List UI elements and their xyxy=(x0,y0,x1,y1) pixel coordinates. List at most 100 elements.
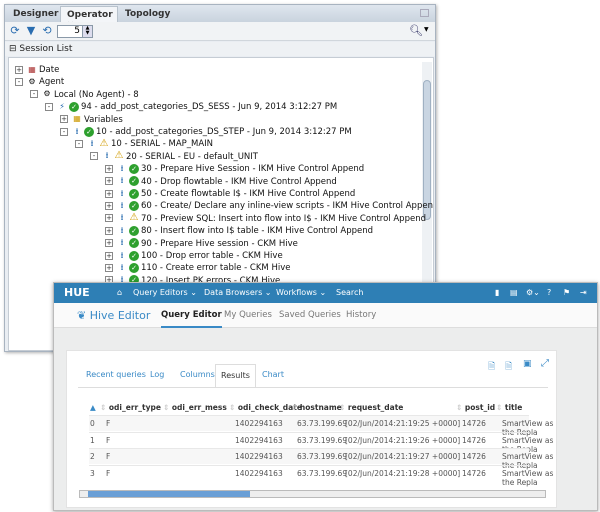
expand-icon[interactable]: + xyxy=(60,115,68,124)
sort-icon[interactable]: ⇕ xyxy=(496,403,505,412)
step-icon: ⁞ xyxy=(120,176,124,186)
save-icon[interactable]: ▣ xyxy=(523,359,532,369)
tab-operator[interactable]: Operator × xyxy=(60,6,118,30)
tree-node[interactable]: + ⁞ ✓ 100 - Drop error table - CKM Hive xyxy=(105,250,283,262)
expand-icon[interactable]: + xyxy=(15,65,23,74)
success-icon: ✓ xyxy=(84,126,94,137)
expand-icon[interactable]: + xyxy=(105,251,113,260)
expand-icon[interactable]: ⤢ xyxy=(541,358,549,369)
scrollbar-thumb[interactable] xyxy=(423,80,431,220)
column-header[interactable]: ⇕ request_date xyxy=(339,403,403,412)
expand-icon[interactable]: + xyxy=(105,189,113,198)
help-icon[interactable]: ? xyxy=(547,283,551,303)
home-icon[interactable]: ⌂ xyxy=(117,283,122,303)
step-icon: ⁞ xyxy=(120,163,124,173)
chevron-down-icon[interactable]: ▼ xyxy=(424,26,429,33)
tree-node[interactable]: + ⁞ ⚠ 70 - Preview SQL: Insert into flow in… xyxy=(105,213,426,225)
subnav-my-queries[interactable]: My Queries xyxy=(224,303,272,328)
session-list-header[interactable]: ⊟ Session List xyxy=(5,42,435,56)
column-header[interactable]: ⇕ title xyxy=(496,403,522,412)
tree-node[interactable]: + ⁞ ✓ 90 - Prepare Hive session - CKM Hive xyxy=(105,238,298,250)
expand-icon[interactable]: + xyxy=(105,263,113,272)
nav-workflows[interactable]: Workflows ⌄ xyxy=(276,283,326,303)
column-header[interactable]: ⇕ hostname xyxy=(291,403,342,412)
hue-top-nav: HUE ⌂ Query Editors ⌄ Data Browsers ⌄ Wo… xyxy=(54,283,597,303)
warning-icon: ⚠ xyxy=(99,137,109,149)
table-icon[interactable]: ▤ xyxy=(510,283,518,303)
tree-node[interactable]: - ⚙ Agent xyxy=(15,76,64,88)
flag-icon[interactable]: ⚑ xyxy=(563,283,570,303)
sort-icon[interactable]: ⇕ xyxy=(100,403,109,412)
expand-icon[interactable]: + xyxy=(105,226,113,235)
auto-refresh-icon[interactable]: ⟲ xyxy=(41,25,53,37)
horizontal-scrollbar[interactable] xyxy=(79,490,546,498)
tree-node[interactable]: - ⚡ ✓ 94 - add_post_categories_DS_SESS - Ju… xyxy=(45,101,337,113)
collapse-icon[interactable]: - xyxy=(30,90,38,99)
tab-results[interactable]: Results xyxy=(215,364,256,388)
search-dropdown-icon[interactable]: 🔍︎ xyxy=(409,25,423,37)
nav-search[interactable]: Search xyxy=(336,283,363,303)
tree-node[interactable]: + ⁞ ✓ 110 - Create error table - CKM Hive xyxy=(105,262,290,274)
tree-node[interactable]: + ▦ Date xyxy=(15,64,59,76)
hive-editor-title[interactable]: ❦ Hive Editor xyxy=(77,303,150,328)
collapse-icon[interactable]: - xyxy=(90,152,98,161)
subnav-history[interactable]: History xyxy=(346,303,376,328)
collapse-icon[interactable]: - xyxy=(15,77,23,86)
tree-node[interactable]: + ⁞ ✓ 80 - Insert flow into I$ table - IKM … xyxy=(105,225,373,237)
tree-node[interactable]: - ⁞ ✓ 10 - add_post_categories_DS_STEP - Ju… xyxy=(60,126,352,138)
table-cell: F xyxy=(106,469,111,479)
sort-icon[interactable]: ⇕ xyxy=(456,403,465,412)
scrollbar-thumb[interactable] xyxy=(88,491,250,497)
stepper-buttons[interactable]: ▲ ▼ xyxy=(82,26,92,37)
tree-node[interactable]: + ⁞ ✓ 60 - Create/ Declare any inline-view … xyxy=(105,200,433,212)
column-header[interactable]: ⇕ odi_err_mess xyxy=(163,403,227,412)
tree-node[interactable]: + ▦ Variables xyxy=(60,114,123,126)
document-icon[interactable]: ▮ xyxy=(495,283,499,303)
tab-log[interactable]: Log xyxy=(145,364,169,386)
logout-icon[interactable]: ⇥ xyxy=(580,283,587,303)
column-header[interactable]: ⇕ odi_err_type xyxy=(100,403,161,412)
tree-node[interactable]: + ⁞ ✓ 30 - Prepare Hive Session - IKM Hive … xyxy=(105,163,364,175)
expand-icon[interactable]: + xyxy=(105,239,113,248)
sort-icon[interactable]: ⇕ xyxy=(163,403,172,412)
filter-icon[interactable]: ▼ xyxy=(25,25,37,37)
tab-columns[interactable]: Columns xyxy=(175,364,220,386)
nav-query-editors[interactable]: Query Editors ⌄ xyxy=(133,283,197,303)
subnav-saved-queries[interactable]: Saved Queries xyxy=(279,303,341,328)
tab-recent-queries[interactable]: Recent queries xyxy=(81,364,151,386)
nav-data-browsers[interactable]: Data Browsers ⌄ xyxy=(204,283,271,303)
tab-designer[interactable]: Designer xyxy=(7,6,64,22)
maximize-icon[interactable] xyxy=(420,9,429,17)
download-csv-icon[interactable]: 🗎 xyxy=(488,359,495,375)
tree-node[interactable]: - ⁞ ⚠ 10 - SERIAL - MAP_MAIN xyxy=(75,138,213,150)
collapse-icon[interactable]: - xyxy=(60,127,68,136)
sort-icon[interactable]: ⇕ xyxy=(339,403,348,412)
date-icon: ▦ xyxy=(28,64,36,74)
sort-icon[interactable]: ⇕ xyxy=(229,403,238,412)
collapse-icon[interactable]: - xyxy=(75,139,83,148)
tree-node[interactable]: - ⚙ Local (No Agent) - 8 xyxy=(30,89,139,101)
expand-icon[interactable]: + xyxy=(105,201,113,210)
collapse-icon[interactable]: - xyxy=(45,102,53,111)
collapse-icon[interactable]: ⊟ xyxy=(9,44,17,54)
column-header[interactable]: ⇕ post_id xyxy=(456,403,495,412)
sort-icon[interactable]: ▲ xyxy=(90,403,96,412)
hue-logo[interactable]: HUE xyxy=(64,283,90,303)
sort-icon[interactable]: ⇕ xyxy=(291,403,300,412)
settings-icon[interactable]: ⚙⌄ xyxy=(526,283,540,303)
tree-node[interactable]: + ⁞ ✓ 50 - Create flowtable I$ - IKM Hive C… xyxy=(105,188,355,200)
tab-chart[interactable]: Chart xyxy=(257,364,289,386)
expand-icon[interactable]: + xyxy=(105,214,113,223)
table-cell: 1402294163 xyxy=(235,452,283,462)
tree-node[interactable]: + ⁞ ✓ 40 - Drop flowtable - IKM Hive Contro… xyxy=(105,176,337,188)
subnav-query-editor[interactable]: Query Editor xyxy=(161,303,222,328)
tab-topology[interactable]: Topology xyxy=(119,6,176,22)
expand-icon[interactable]: + xyxy=(105,177,113,186)
refresh-count-stepper[interactable]: 5 ▲ ▼ xyxy=(57,25,93,38)
column-header[interactable]: ▲ xyxy=(90,403,96,412)
tree-node[interactable]: - ⁞ ⚠ 20 - SERIAL - EU - default_UNIT xyxy=(90,151,258,163)
download-xls-icon[interactable]: 🗎 xyxy=(505,359,512,375)
refresh-icon[interactable]: ⟳ xyxy=(9,25,21,37)
success-icon: ✓ xyxy=(129,163,139,174)
expand-icon[interactable]: + xyxy=(105,164,113,173)
